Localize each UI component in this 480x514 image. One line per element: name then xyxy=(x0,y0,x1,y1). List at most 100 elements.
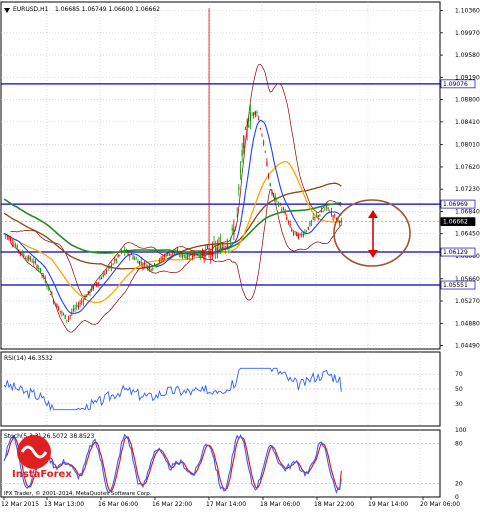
candle xyxy=(201,248,204,259)
candle xyxy=(244,126,247,130)
time-axis-label: 20 Mar 06:00 xyxy=(420,501,460,508)
price-level-label: 1.09076 xyxy=(443,81,468,88)
candle-body xyxy=(340,220,342,222)
candle-body xyxy=(297,234,299,239)
candle xyxy=(241,142,243,164)
candle xyxy=(28,254,30,262)
candle-body xyxy=(142,265,144,267)
candle-body xyxy=(109,265,111,268)
candle-body xyxy=(132,257,134,259)
candle-body xyxy=(307,226,309,230)
candle xyxy=(74,304,76,313)
candle xyxy=(239,161,242,180)
candle-body xyxy=(253,112,255,116)
candle-body xyxy=(272,193,275,195)
candle-body xyxy=(56,303,58,308)
price-axis-label: 1.06840 xyxy=(455,208,480,215)
candle-body xyxy=(6,235,8,237)
candle-body xyxy=(256,111,258,113)
candle xyxy=(109,265,111,269)
stoch-axis-label: 100 xyxy=(455,427,467,434)
candle-body xyxy=(115,258,118,261)
candle xyxy=(5,234,7,239)
candle xyxy=(115,258,118,264)
candle-body xyxy=(112,264,114,265)
candle xyxy=(264,150,266,154)
candle-body xyxy=(206,246,208,248)
candle-body xyxy=(71,312,73,314)
candle-body xyxy=(24,258,27,259)
candle xyxy=(258,115,260,121)
candle xyxy=(165,252,167,258)
candle xyxy=(24,256,27,260)
candle xyxy=(137,258,139,264)
candle-body xyxy=(175,252,177,254)
candle xyxy=(307,226,309,231)
candle xyxy=(145,264,147,269)
candle-body xyxy=(140,262,142,264)
candle xyxy=(277,201,280,207)
candle xyxy=(59,310,61,315)
candle-body xyxy=(319,214,321,216)
candle-body xyxy=(162,258,164,260)
candle-body xyxy=(186,253,189,259)
candle xyxy=(319,214,321,217)
candle-body xyxy=(69,315,71,316)
candle-body xyxy=(122,250,124,252)
candle-body xyxy=(309,222,311,226)
price-axis-label: 1.07230 xyxy=(455,186,480,193)
candle-body xyxy=(315,215,318,217)
candle xyxy=(29,256,32,262)
candle-body xyxy=(223,247,225,249)
candle-body xyxy=(105,270,108,272)
candle-body xyxy=(135,258,137,260)
candle-body xyxy=(218,243,220,245)
candle-body xyxy=(92,285,94,290)
time-axis-label: 16 Mar 22:00 xyxy=(152,501,192,508)
candle xyxy=(89,289,91,297)
candle-body xyxy=(107,267,109,268)
candle xyxy=(13,239,15,247)
candle-body xyxy=(320,210,323,213)
time-axis: 12 Mar 2015 13 Mar 13:00 16 Mar 06:00 16 Ma… xyxy=(1,497,460,508)
candle-body xyxy=(29,257,32,260)
candle xyxy=(329,209,331,214)
candle-body xyxy=(205,249,207,254)
candle xyxy=(238,184,240,197)
candle xyxy=(96,281,98,287)
candle xyxy=(112,262,114,266)
candle-body xyxy=(306,231,308,233)
candle-body xyxy=(158,259,161,263)
candle-body xyxy=(287,220,290,222)
candle-body xyxy=(274,195,276,199)
rsi-axis-label: 30 xyxy=(455,401,463,408)
candle xyxy=(76,301,78,311)
time-axis-label: 12 Mar 2015 xyxy=(1,501,39,508)
candle xyxy=(31,258,33,263)
candle-body xyxy=(299,233,301,235)
candle-body xyxy=(139,261,141,264)
candle-body xyxy=(243,135,245,149)
candle xyxy=(233,219,235,240)
candle-body xyxy=(266,161,268,167)
trading-terminal-chart: 1.10360 1.09970 1.09580 1.09190 1.08800 1.084… xyxy=(0,0,480,510)
candle-body xyxy=(82,300,84,302)
candle-body xyxy=(8,236,10,240)
candle xyxy=(322,210,324,213)
candle xyxy=(286,213,288,221)
chart-canvas[interactable]: 1.103601.099701.095801.091901.088001.084… xyxy=(0,0,480,510)
candle xyxy=(259,127,261,130)
candle xyxy=(172,251,174,256)
candle xyxy=(44,275,46,284)
stochastic-panel: Stoch(5,3,3) 26.5072 38.8523 100 80 20 0 xyxy=(1,427,467,501)
price-axis-label: 1.10360 xyxy=(455,8,480,15)
candle xyxy=(282,206,285,211)
rsi-axis-label: 70 xyxy=(455,371,463,378)
candle-body xyxy=(145,266,147,269)
candle-body xyxy=(134,258,136,260)
candle-body xyxy=(259,128,261,130)
candle xyxy=(56,303,58,308)
candle xyxy=(119,254,121,257)
time-axis-label: 18 Mar 06:00 xyxy=(260,501,300,508)
candle xyxy=(183,254,185,259)
